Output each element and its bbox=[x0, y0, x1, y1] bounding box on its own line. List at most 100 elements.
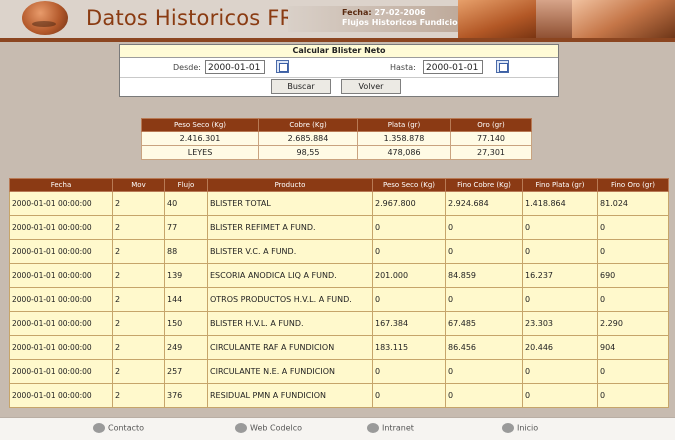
cell-plata: 0 bbox=[522, 215, 598, 240]
buscar-button[interactable]: Buscar bbox=[271, 79, 331, 94]
col-peso-header: Peso Seco (Kg) bbox=[372, 178, 446, 192]
footer-link-label: Inicio bbox=[517, 423, 539, 433]
summary-row: LEYES 98,55 478,086 27,301 bbox=[141, 145, 532, 160]
cell-flujo: 144 bbox=[164, 287, 208, 312]
cell-plata: 1.418.864 bbox=[522, 191, 598, 216]
header-photo-2 bbox=[536, 0, 572, 38]
cell-peso: 183.115 bbox=[372, 335, 446, 360]
date-label: Fecha: bbox=[342, 8, 372, 17]
summary-cell: 1.358.878 bbox=[357, 131, 451, 146]
cell-oro: 0 bbox=[597, 359, 669, 384]
cell-cobre: 0 bbox=[445, 239, 523, 264]
hasta-input[interactable]: 2000-01-01 bbox=[423, 60, 483, 74]
globe-icon bbox=[367, 423, 379, 433]
cell-producto: BLISTER REFIMET A FUND. bbox=[207, 215, 373, 240]
cell-plata: 0 bbox=[522, 383, 598, 408]
cell-mov: 2 bbox=[112, 287, 165, 312]
cell-peso: 201.000 bbox=[372, 263, 446, 288]
footer-link-label: Web Codelco bbox=[250, 423, 302, 433]
table-header-row: Fecha Mov Flujo Producto Peso Seco (Kg) … bbox=[9, 178, 669, 192]
footer-link-contacto[interactable]: Contacto bbox=[93, 423, 144, 433]
col-cobre-header: Fino Cobre (Kg) bbox=[445, 178, 523, 192]
col-producto-header: Producto bbox=[207, 178, 373, 192]
footer-link-web-codelco[interactable]: Web Codelco bbox=[235, 423, 302, 433]
cell-flujo: 139 bbox=[164, 263, 208, 288]
volver-button[interactable]: Volver bbox=[341, 79, 401, 94]
cell-oro: 0 bbox=[597, 287, 669, 312]
cell-cobre: 2.924.684 bbox=[445, 191, 523, 216]
cell-peso: 0 bbox=[372, 215, 446, 240]
hasta-calendar-icon[interactable] bbox=[496, 60, 509, 73]
cell-fecha: 2000-01-01 00:00:00 bbox=[9, 215, 113, 240]
cell-cobre: 0 bbox=[445, 287, 523, 312]
cell-peso: 167.384 bbox=[372, 311, 446, 336]
header-subtitle: Flujos Historicos Fundicion bbox=[342, 18, 464, 27]
cell-oro: 81.024 bbox=[597, 191, 669, 216]
cell-fecha: 2000-01-01 00:00:00 bbox=[9, 311, 113, 336]
date-value: 27-02-2006 bbox=[374, 8, 426, 17]
cell-flujo: 77 bbox=[164, 215, 208, 240]
globe-icon bbox=[235, 423, 247, 433]
summary-header-cell: Cobre (Kg) bbox=[258, 118, 358, 132]
cell-mov: 2 bbox=[112, 215, 165, 240]
desde-calendar-icon[interactable] bbox=[276, 60, 289, 73]
button-row: Buscar Volver bbox=[120, 78, 558, 96]
summary-cell: 478,086 bbox=[357, 145, 451, 160]
cell-plata: 23.303 bbox=[522, 311, 598, 336]
table-row: 2000-01-01 00:00:00 2 150 BLISTER H.V.L.… bbox=[9, 311, 669, 336]
cell-oro: 904 bbox=[597, 335, 669, 360]
flujos-table: Fecha Mov Flujo Producto Peso Seco (Kg) … bbox=[9, 178, 669, 408]
footer: Contacto Web Codelco Intranet Inicio bbox=[0, 417, 675, 440]
cell-fecha: 2000-01-01 00:00:00 bbox=[9, 287, 113, 312]
cell-producto: RESIDUAL PMN A FUNDICION bbox=[207, 383, 373, 408]
header: Datos Historicos FRV Fecha: 27-02-2006 F… bbox=[0, 0, 675, 38]
table-row: 2000-01-01 00:00:00 2 139 ESCORIA ANODIC… bbox=[9, 263, 669, 288]
col-mov-header: Mov bbox=[112, 178, 165, 192]
globe-icon bbox=[93, 423, 105, 433]
summary-header-cell: Oro (gr) bbox=[450, 118, 532, 132]
cell-producto: BLISTER V.C. A FUND. bbox=[207, 239, 373, 264]
cell-producto: BLISTER H.V.L. A FUND. bbox=[207, 311, 373, 336]
cell-cobre: 0 bbox=[445, 383, 523, 408]
table-row: 2000-01-01 00:00:00 2 144 OTROS PRODUCTO… bbox=[9, 287, 669, 312]
cell-plata: 0 bbox=[522, 287, 598, 312]
desde-label: Desde: bbox=[173, 63, 201, 72]
cell-cobre: 0 bbox=[445, 215, 523, 240]
table-row: 2000-01-01 00:00:00 2 40 BLISTER TOTAL 2… bbox=[9, 191, 669, 216]
header-photo-1 bbox=[458, 0, 536, 38]
header-date: Fecha: 27-02-2006 bbox=[342, 8, 426, 17]
cell-mov: 2 bbox=[112, 359, 165, 384]
cell-plata: 0 bbox=[522, 239, 598, 264]
summary-cell: 2.685.884 bbox=[258, 131, 358, 146]
cell-mov: 2 bbox=[112, 239, 165, 264]
cell-oro: 0 bbox=[597, 239, 669, 264]
cell-mov: 2 bbox=[112, 383, 165, 408]
cell-plata: 16.237 bbox=[522, 263, 598, 288]
table-row: 2000-01-01 00:00:00 2 257 CIRCULANTE N.E… bbox=[9, 359, 669, 384]
cell-cobre: 67.485 bbox=[445, 311, 523, 336]
form-title: Calcular Blister Neto bbox=[120, 45, 558, 58]
cell-flujo: 249 bbox=[164, 335, 208, 360]
cell-producto: CIRCULANTE N.E. A FUNDICION bbox=[207, 359, 373, 384]
col-oro-header: Fino Oro (gr) bbox=[597, 178, 669, 192]
footer-link-intranet[interactable]: Intranet bbox=[367, 423, 414, 433]
cell-oro: 0 bbox=[597, 215, 669, 240]
footer-link-label: Intranet bbox=[382, 423, 414, 433]
cell-mov: 2 bbox=[112, 263, 165, 288]
cell-oro: 2.290 bbox=[597, 311, 669, 336]
cell-flujo: 150 bbox=[164, 311, 208, 336]
col-plata-header: Fino Plata (gr) bbox=[522, 178, 598, 192]
summary-header-row: Peso Seco (Kg) Cobre (Kg) Plata (gr) Oro… bbox=[141, 118, 532, 132]
desde-input[interactable]: 2000-01-01 bbox=[205, 60, 265, 74]
cell-fecha: 2000-01-01 00:00:00 bbox=[9, 335, 113, 360]
cell-peso: 2.967.800 bbox=[372, 191, 446, 216]
cell-fecha: 2000-01-01 00:00:00 bbox=[9, 239, 113, 264]
summary-cell: 98,55 bbox=[258, 145, 358, 160]
cell-fecha: 2000-01-01 00:00:00 bbox=[9, 263, 113, 288]
footer-link-inicio[interactable]: Inicio bbox=[502, 423, 538, 433]
hasta-label: Hasta: bbox=[390, 63, 416, 72]
cell-producto: OTROS PRODUCTOS H.V.L. A FUND. bbox=[207, 287, 373, 312]
cell-cobre: 86.456 bbox=[445, 335, 523, 360]
summary-table: Peso Seco (Kg) Cobre (Kg) Plata (gr) Oro… bbox=[141, 118, 532, 160]
summary-row: 2.416.301 2.685.884 1.358.878 77.140 bbox=[141, 131, 532, 146]
